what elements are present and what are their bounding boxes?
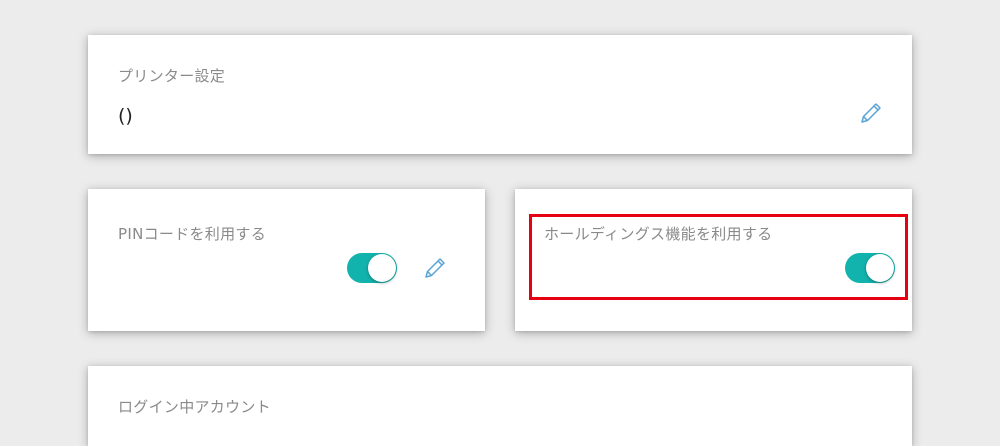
printer-settings-label: プリンター設定	[118, 67, 226, 85]
holdings-feature-card: ホールディングス機能を利用する	[515, 189, 912, 331]
printer-settings-value: ()	[118, 105, 133, 127]
pencil-icon[interactable]	[858, 100, 884, 126]
pin-code-toggle[interactable]	[347, 253, 397, 283]
holdings-feature-label: ホールディングス機能を利用する	[544, 225, 773, 243]
printer-settings-card: プリンター設定 ()	[88, 35, 912, 154]
pin-code-card: PINコードを利用する	[88, 189, 485, 331]
logged-in-account-label: ログイン中アカウント	[118, 398, 272, 416]
pin-code-label: PINコードを利用する	[118, 225, 266, 243]
holdings-feature-toggle[interactable]	[845, 253, 895, 283]
toggle-knob	[866, 254, 894, 282]
pencil-icon[interactable]	[422, 255, 448, 281]
toggle-knob	[368, 254, 396, 282]
logged-in-account-card: ログイン中アカウント	[88, 366, 912, 446]
